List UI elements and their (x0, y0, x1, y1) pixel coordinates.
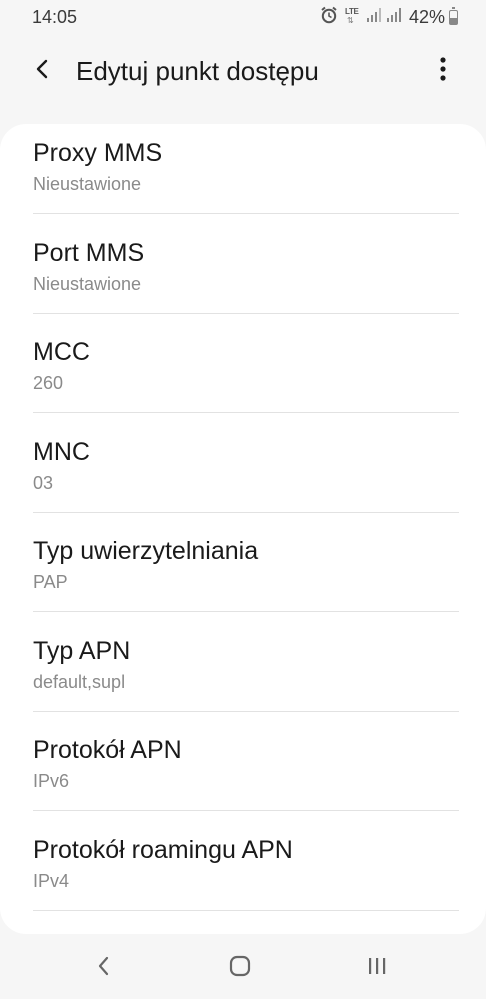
more-options-button[interactable] (422, 50, 464, 92)
nav-recents-icon (366, 955, 388, 982)
signal-icon (366, 7, 381, 28)
status-time: 14:05 (32, 7, 78, 27)
settings-list: Proxy MMS Nieustawione Port MMS Nieustaw… (0, 139, 486, 934)
setting-value: PAP (33, 572, 68, 592)
battery-percent: 42% (408, 6, 445, 27)
status-icons: LTE ⇅ 42% (313, 6, 458, 28)
app-bar: Edytuj punkt dostępu (0, 34, 486, 110)
settings-card: Proxy MMS Nieustawione Port MMS Nieustaw… (0, 124, 486, 934)
nav-home-icon (228, 954, 252, 983)
lte-icon: LTE ⇅ (344, 7, 359, 25)
divider (33, 412, 459, 413)
setting-title: MCC (33, 338, 90, 366)
setting-value: IPv4 (33, 870, 70, 891)
page-title: Edytuj punkt dostępu (76, 56, 319, 86)
setting-title: Typ APN (33, 636, 131, 665)
setting-value: 03 (33, 472, 54, 493)
nav-home-button[interactable] (210, 946, 270, 990)
setting-apn-protocol[interactable]: Protokół APN IPv6 (0, 736, 486, 836)
setting-proxy-mms[interactable]: Proxy MMS Nieustawione (0, 139, 486, 239)
divider (33, 312, 459, 314)
setting-apn-type[interactable]: Typ APN default,supl (0, 637, 486, 737)
setting-title: Port MMS (33, 238, 145, 267)
setting-mnc[interactable]: MNC 03 (0, 438, 486, 538)
nav-back-button[interactable] (74, 946, 134, 990)
back-button[interactable] (22, 50, 64, 92)
navigation-bar (0, 934, 486, 999)
signal-icon (386, 7, 401, 28)
setting-mcc[interactable]: MCC 260 (0, 338, 486, 438)
divider (33, 213, 459, 214)
back-arrow-icon (32, 58, 54, 85)
setting-port-mms[interactable]: Port MMS Nieustawione (0, 239, 486, 339)
alarm-icon (319, 5, 339, 30)
setting-value: Nieustawione (33, 174, 142, 194)
nav-back-icon (96, 955, 112, 982)
setting-title: Protokół APN (33, 736, 182, 764)
divider (33, 511, 459, 513)
divider (33, 810, 459, 811)
status-bar: 14:05 LTE ⇅ 42% (0, 0, 486, 34)
setting-title: Typ uwierzytelniania (33, 537, 259, 565)
setting-auth-type[interactable]: Typ uwierzytelniania PAP (0, 537, 486, 637)
battery-icon (449, 6, 458, 25)
setting-apn-roaming-protocol[interactable]: Protokół roamingu APN IPv4 (0, 836, 486, 935)
more-vertical-icon (439, 56, 447, 87)
setting-title: Proxy MMS (33, 139, 163, 167)
setting-value: Nieustawione (33, 273, 142, 294)
divider (33, 710, 459, 712)
divider (33, 611, 459, 612)
setting-title: Protokół roamingu APN (33, 835, 293, 864)
setting-title: MNC (33, 437, 90, 466)
nav-recents-button[interactable] (347, 946, 407, 990)
setting-value: 260 (33, 373, 64, 393)
divider (33, 909, 459, 911)
setting-value: default,supl (33, 671, 126, 692)
setting-value: IPv6 (33, 771, 70, 791)
